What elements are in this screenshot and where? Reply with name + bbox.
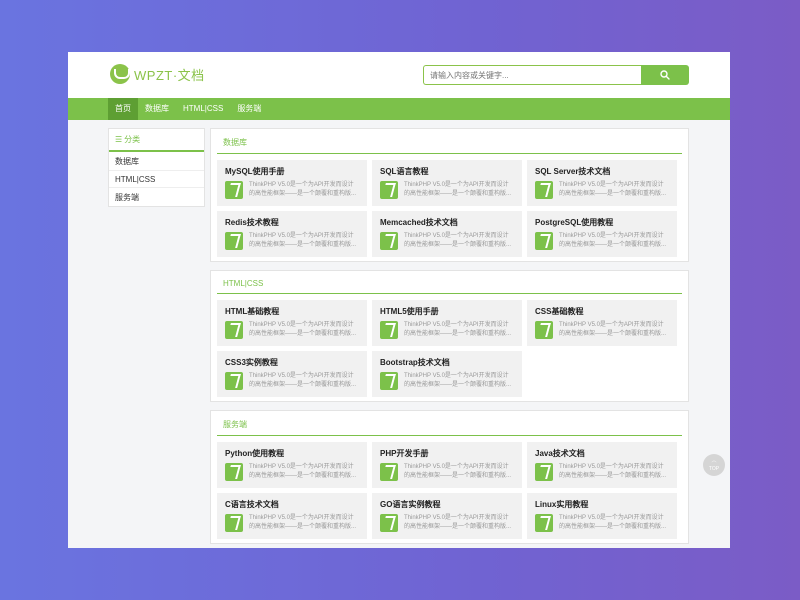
card-title[interactable]: HTML基础教程 (225, 306, 359, 317)
card-desc: ThinkPHP V5.0是一个为API开发而设计的高性能框架——是一个颠覆和重… (249, 373, 357, 388)
nav-item-html-css[interactable]: HTML|CSS (176, 98, 230, 120)
main-content: 数据库 MySQL使用手册 ThinkPHP V5.0是一个为API开发而设计的高… (210, 128, 689, 548)
card-desc: ThinkPHP V5.0是一个为API开发而设计的高性能框架——是一个颠覆和重… (249, 515, 357, 530)
card-title[interactable]: C语言技术文档 (225, 499, 359, 510)
doc-icon (225, 321, 243, 339)
card-title[interactable]: Linux实用教程 (535, 499, 669, 510)
doc-card[interactable]: Python使用教程 ThinkPHP V5.0是一个为API开发而设计的高性能框… (217, 442, 367, 488)
doc-card[interactable]: Java技术文档 ThinkPHP V5.0是一个为API开发而设计的高性能框架—… (527, 442, 677, 488)
card-title[interactable]: MySQL使用手册 (225, 166, 359, 177)
sidebar-title: 分类 (124, 135, 141, 144)
card-title[interactable]: SQL语言教程 (380, 166, 514, 177)
sidebar-header: ☰ 分类 (109, 129, 204, 152)
search-input[interactable] (423, 65, 641, 85)
card-desc: ThinkPHP V5.0是一个为API开发而设计的高性能框架——是一个颠覆和重… (249, 182, 357, 197)
doc-card[interactable]: PostgreSQL使用教程 ThinkPHP V5.0是一个为API开发而设计的… (527, 211, 677, 257)
category-sidebar: ☰ 分类 数据库 HTML|CSS 服务端 (108, 128, 205, 207)
doc-card[interactable]: CSS3实例教程 ThinkPHP V5.0是一个为API开发而设计的高性能框架—… (217, 351, 367, 397)
card-title[interactable]: Java技术文档 (535, 448, 669, 459)
nav-item-database[interactable]: 数据库 (138, 98, 176, 120)
doc-card[interactable]: PHP开发手册 ThinkPHP V5.0是一个为API开发而设计的高性能框架——… (372, 442, 522, 488)
doc-card[interactable]: GO语言实例教程 ThinkPHP V5.0是一个为API开发而设计的高性能框架—… (372, 493, 522, 539)
doc-card[interactable]: MySQL使用手册 ThinkPHP V5.0是一个为API开发而设计的高性能框架… (217, 160, 367, 206)
section-database: 数据库 MySQL使用手册 ThinkPHP V5.0是一个为API开发而设计的高… (210, 128, 689, 262)
doc-icon (380, 232, 398, 250)
doc-icon (380, 514, 398, 532)
site-header: WPZT·文档 (68, 52, 730, 98)
section-title: 数据库 (217, 135, 682, 154)
card-title[interactable]: HTML5使用手册 (380, 306, 514, 317)
search-button[interactable] (641, 65, 689, 85)
card-title[interactable]: CSS基础教程 (535, 306, 669, 317)
doc-icon (535, 232, 553, 250)
card-desc: ThinkPHP V5.0是一个为API开发而设计的高性能框架——是一个颠覆和重… (559, 322, 667, 337)
doc-icon (535, 181, 553, 199)
doc-card[interactable]: SQL语言教程 ThinkPHP V5.0是一个为API开发而设计的高性能框架——… (372, 160, 522, 206)
logo-text: WPZT·文档 (134, 67, 205, 83)
doc-card[interactable]: C语言技术文档 ThinkPHP V5.0是一个为API开发而设计的高性能框架——… (217, 493, 367, 539)
card-title[interactable]: PHP开发手册 (380, 448, 514, 459)
sidebar-item-server[interactable]: 服务端 (109, 188, 204, 206)
doc-icon (225, 372, 243, 390)
doc-card[interactable]: HTML基础教程 ThinkPHP V5.0是一个为API开发而设计的高性能框架—… (217, 300, 367, 346)
doc-icon (380, 181, 398, 199)
site-logo[interactable]: WPZT·文档 (110, 64, 205, 84)
card-title[interactable]: SQL Server技术文档 (535, 166, 669, 177)
card-desc: ThinkPHP V5.0是一个为API开发而设计的高性能框架——是一个颠覆和重… (559, 464, 667, 479)
card-desc: ThinkPHP V5.0是一个为API开发而设计的高性能框架——是一个颠覆和重… (249, 464, 357, 479)
doc-icon (380, 463, 398, 481)
doc-card[interactable]: Bootstrap技术文档 ThinkPHP V5.0是一个为API开发而设计的高… (372, 351, 522, 397)
card-title[interactable]: GO语言实例教程 (380, 499, 514, 510)
doc-icon (225, 181, 243, 199)
doc-icon (225, 514, 243, 532)
doc-icon (225, 463, 243, 481)
search-icon (660, 70, 670, 80)
doc-card[interactable]: CSS基础教程 ThinkPHP V5.0是一个为API开发而设计的高性能框架——… (527, 300, 677, 346)
card-title[interactable]: Bootstrap技术文档 (380, 357, 514, 368)
top-label: TOP (708, 466, 720, 472)
card-desc: ThinkPHP V5.0是一个为API开发而设计的高性能框架——是一个颠覆和重… (404, 233, 512, 248)
card-desc: ThinkPHP V5.0是一个为API开发而设计的高性能框架——是一个颠覆和重… (249, 233, 357, 248)
category-icon: ☰ (115, 135, 123, 144)
nav-item-home[interactable]: 首页 (108, 98, 138, 120)
sidebar-item-html-css[interactable]: HTML|CSS (109, 171, 204, 188)
card-desc: ThinkPHP V5.0是一个为API开发而设计的高性能框架——是一个颠覆和重… (404, 182, 512, 197)
doc-icon (380, 372, 398, 390)
logo-icon (110, 64, 130, 84)
back-to-top-button[interactable]: ︿ TOP (703, 454, 725, 476)
card-desc: ThinkPHP V5.0是一个为API开发而设计的高性能框架——是一个颠覆和重… (404, 515, 512, 530)
card-title[interactable]: PostgreSQL使用教程 (535, 217, 669, 228)
nav-item-server[interactable]: 服务端 (230, 98, 268, 120)
card-desc: ThinkPHP V5.0是一个为API开发而设计的高性能框架——是一个颠覆和重… (559, 515, 667, 530)
card-title[interactable]: Redis技术教程 (225, 217, 359, 228)
doc-card[interactable]: SQL Server技术文档 ThinkPHP V5.0是一个为API开发而设计的… (527, 160, 677, 206)
doc-icon (535, 321, 553, 339)
card-desc: ThinkPHP V5.0是一个为API开发而设计的高性能框架——是一个颠覆和重… (404, 464, 512, 479)
main-nav: 首页 数据库 HTML|CSS 服务端 (68, 98, 730, 120)
card-desc: ThinkPHP V5.0是一个为API开发而设计的高性能框架——是一个颠覆和重… (404, 373, 512, 388)
doc-icon (225, 232, 243, 250)
doc-icon (535, 514, 553, 532)
chevron-up-icon: ︿ (711, 458, 717, 464)
search-bar (423, 65, 689, 85)
card-title[interactable]: Memcached技术文档 (380, 217, 514, 228)
sidebar-item-database[interactable]: 数据库 (109, 152, 204, 171)
card-desc: ThinkPHP V5.0是一个为API开发而设计的高性能框架——是一个颠覆和重… (559, 182, 667, 197)
section-server: 服务端 Python使用教程 ThinkPHP V5.0是一个为API开发而设计的… (210, 410, 689, 544)
browser-window: WPZT·文档 首页 数据库 HTML|CSS 服务端 ☰ 分类 数据库 HTM… (68, 52, 730, 548)
card-desc: ThinkPHP V5.0是一个为API开发而设计的高性能框架——是一个颠覆和重… (559, 233, 667, 248)
doc-icon (535, 463, 553, 481)
section-title: HTML|CSS (217, 277, 682, 294)
card-desc: ThinkPHP V5.0是一个为API开发而设计的高性能框架——是一个颠覆和重… (249, 322, 357, 337)
doc-card[interactable]: Redis技术教程 ThinkPHP V5.0是一个为API开发而设计的高性能框架… (217, 211, 367, 257)
section-html-css: HTML|CSS HTML基础教程 ThinkPHP V5.0是一个为API开发而… (210, 270, 689, 402)
doc-card[interactable]: Memcached技术文档 ThinkPHP V5.0是一个为API开发而设计的高… (372, 211, 522, 257)
doc-card[interactable]: HTML5使用手册 ThinkPHP V5.0是一个为API开发而设计的高性能框架… (372, 300, 522, 346)
doc-card[interactable]: Linux实用教程 ThinkPHP V5.0是一个为API开发而设计的高性能框架… (527, 493, 677, 539)
card-title[interactable]: CSS3实例教程 (225, 357, 359, 368)
card-desc: ThinkPHP V5.0是一个为API开发而设计的高性能框架——是一个颠覆和重… (404, 322, 512, 337)
card-title[interactable]: Python使用教程 (225, 448, 359, 459)
doc-icon (380, 321, 398, 339)
section-title: 服务端 (217, 417, 682, 436)
